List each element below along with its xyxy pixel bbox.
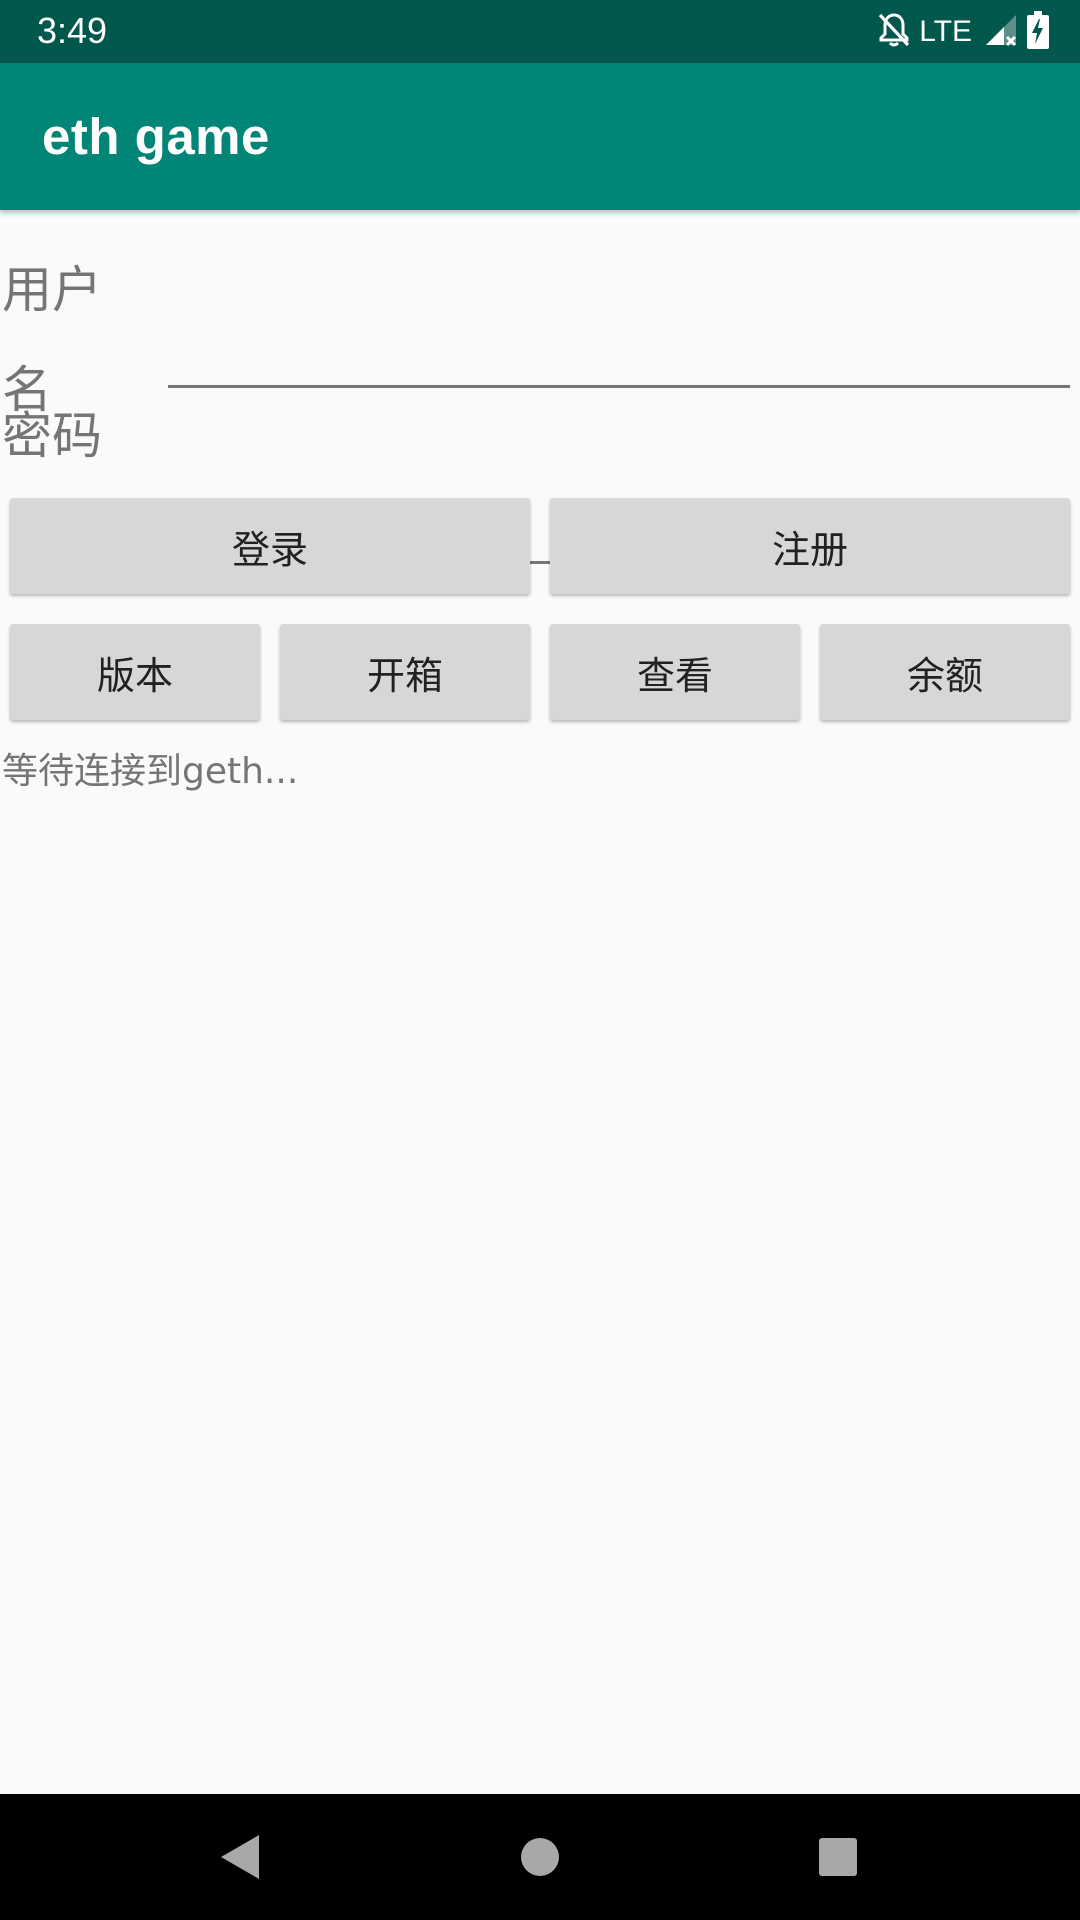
balance-button[interactable]: 余额	[820, 624, 1070, 720]
version-button[interactable]: 版本	[10, 624, 260, 720]
app-bar: eth game	[0, 63, 1080, 210]
username-field[interactable]	[168, 308, 1070, 388]
recents-icon[interactable]	[778, 1794, 898, 1920]
open-box-button[interactable]: 开箱	[280, 624, 530, 720]
password-label: 密码	[2, 407, 102, 465]
main-content: 用户名 密码 登录 注册 版本 开箱 查看 余额 等待连接到geth...	[0, 210, 1080, 1794]
register-button[interactable]: 注册	[550, 498, 1070, 594]
signal-icon	[984, 13, 1018, 51]
network-type-label: LTE	[919, 15, 972, 48]
app-title: eth game	[42, 108, 270, 165]
back-icon[interactable]	[180, 1794, 300, 1920]
status-icons: LTE	[877, 11, 1050, 53]
home-icon[interactable]	[480, 1794, 600, 1920]
connection-status-text: 等待连接到geth...	[2, 751, 299, 792]
status-bar: 3:49 LTE	[0, 0, 1080, 63]
status-time: 3:49	[37, 10, 108, 51]
notifications-off-icon	[877, 12, 911, 52]
view-button[interactable]: 查看	[550, 624, 800, 720]
login-button[interactable]: 登录	[10, 498, 530, 594]
navigation-bar	[0, 1794, 1080, 1920]
battery-charging-icon	[1026, 11, 1050, 53]
